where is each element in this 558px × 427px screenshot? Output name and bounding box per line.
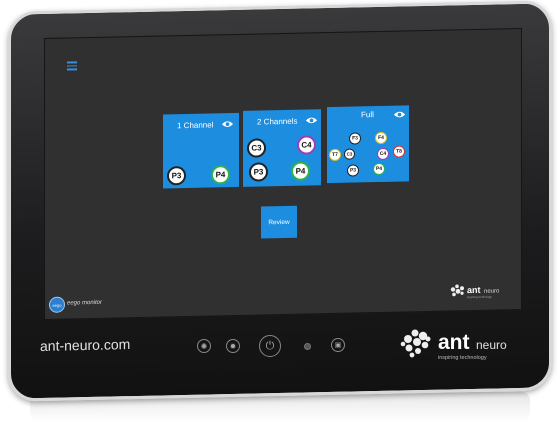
electrode-p4: P4 bbox=[373, 162, 385, 176]
tile-title: 2 Channels bbox=[257, 116, 298, 127]
electrode-p4: P4 bbox=[291, 161, 310, 181]
ant-neuro-logo-small: ant neuro inspiring technology bbox=[450, 284, 500, 300]
eye-icon[interactable] bbox=[305, 115, 318, 125]
screen-icon[interactable]: ▣ bbox=[331, 338, 345, 352]
menu-icon[interactable] bbox=[67, 61, 77, 71]
electrode-t8: T8 bbox=[393, 145, 405, 158]
electrode-c4: C4 bbox=[297, 135, 316, 155]
brand-tagline: inspiring technology bbox=[467, 295, 492, 300]
tile-title: 1 Channel bbox=[177, 120, 214, 131]
brand-tagline: inspiring technology bbox=[438, 355, 487, 361]
eye-icon[interactable] bbox=[393, 109, 406, 119]
app-screen: 1 Channel P3 P4 2 Channels C3 C4 P3 P4 F… bbox=[44, 27, 522, 321]
camera-icon bbox=[304, 343, 311, 350]
electrode-c3: C3 bbox=[247, 138, 266, 158]
app-name: eego monitor bbox=[67, 299, 103, 307]
electrode-f4: F4 bbox=[375, 131, 387, 145]
brightness-up-icon[interactable]: ✹ bbox=[226, 339, 240, 353]
electrode-t7: T7 bbox=[329, 148, 341, 162]
tile-title: Full bbox=[361, 110, 374, 120]
brand-name-light: neuro bbox=[476, 338, 507, 352]
review-button[interactable]: Review bbox=[261, 205, 297, 239]
bezel-url: ant-neuro.com bbox=[40, 336, 131, 354]
brand-name-bold: ant bbox=[467, 285, 481, 295]
eye-icon[interactable] bbox=[221, 119, 234, 129]
electrode-p3: P3 bbox=[347, 164, 359, 177]
brand-name-bold: ant bbox=[438, 331, 470, 354]
brightness-down-icon[interactable]: ✺ bbox=[197, 339, 211, 353]
electrode-c4: C4 bbox=[377, 147, 389, 161]
electrode-p3: P3 bbox=[249, 162, 268, 182]
tile-full[interactable]: Full F3 F4 T7 C3 C4 T8 P3 P4 bbox=[327, 105, 409, 184]
tile-2-channels[interactable]: 2 Channels C3 C4 P3 P4 bbox=[243, 109, 321, 187]
electrode-p4: P4 bbox=[211, 165, 230, 185]
electrode-p3: P3 bbox=[167, 166, 186, 186]
power-icon[interactable]: ⏻ bbox=[259, 335, 281, 357]
tile-1-channel[interactable]: 1 Channel P3 P4 bbox=[163, 112, 239, 189]
eego-logo-icon: eego bbox=[49, 296, 65, 313]
ant-neuro-logo: ant neuro inspiring technology bbox=[400, 329, 507, 361]
electrode-f3: F3 bbox=[349, 132, 361, 145]
electrode-c3: C3 bbox=[344, 148, 355, 160]
